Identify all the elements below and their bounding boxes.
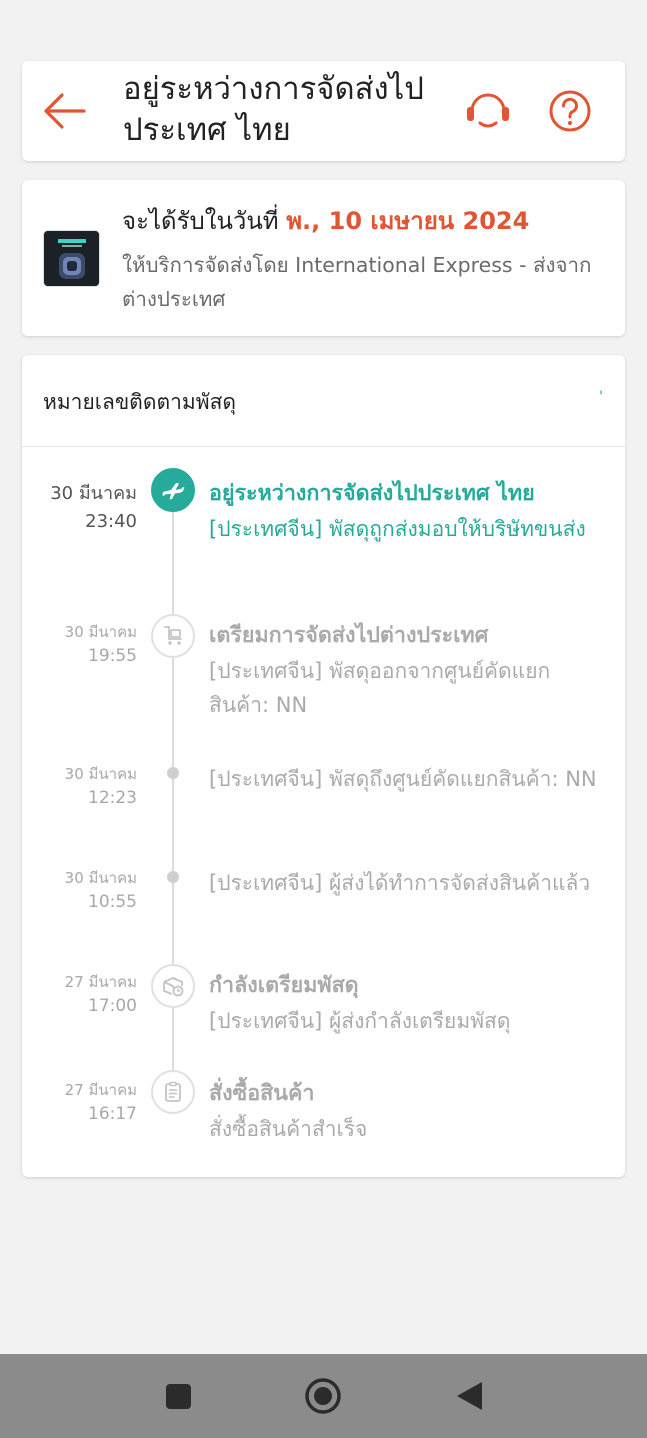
help-button[interactable] <box>546 89 594 135</box>
home-circle-icon <box>305 1378 341 1414</box>
delivery-estimate-card: จะได้รับในวันที่ พ., 10 เมษายน 2024 ให้บ… <box>22 180 625 336</box>
event-description: [ประเทศจีน] ผู้ส่งกำลังเตรียมพัสดุ <box>209 1009 511 1033</box>
eta-date: พ., 10 เมษายน 2024 <box>286 207 530 235</box>
event-datetime: 27 มีนาคม 17:00 <box>65 970 137 1018</box>
timeline-event: สั่งซื้อสินค้า สั่งซื้อสินค้าสำเร็จ <box>209 1076 609 1146</box>
timeline-event: อยู่ระหว่างการจัดส่งไปประเทศ ไทย [ประเทศ… <box>209 476 609 546</box>
event-title: อยู่ระหว่างการจัดส่งไปประเทศ ไทย <box>209 481 535 506</box>
header-bar: อยู่ระหว่างการจัดส่งไปประเทศ ไทย <box>22 61 625 161</box>
home-button[interactable] <box>303 1376 343 1416</box>
page-title: อยู่ระหว่างการจัดส่งไปประเทศ ไทย <box>123 71 424 148</box>
timeline-event: กำลังเตรียมพัสดุ [ประเทศจีน] ผู้ส่งกำลัง… <box>209 968 609 1038</box>
event-date: 30 มีนาคม <box>50 483 137 504</box>
timeline-event: เตรียมการจัดส่งไปต่างประเทศ [ประเทศจีน] … <box>209 618 609 722</box>
timeline-event: [ประเทศจีน] พัสดุถึงศูนย์คัดแยกสินค้า: N… <box>209 762 609 796</box>
event-description: [ประเทศจีน] พัสดุถึงศูนย์คัดแยกสินค้า: N… <box>209 767 597 791</box>
event-dot <box>167 871 179 883</box>
eta-prefix: จะได้รับในวันที่ <box>122 207 279 235</box>
tracking-number-label: หมายเลขติดตามพัสดุ <box>43 390 237 414</box>
event-description: [ประเทศจีน] ผู้ส่งได้ทำการจัดส่งสินค้าแล… <box>209 871 591 895</box>
cart-icon <box>164 626 182 645</box>
event-time: 10:55 <box>88 892 137 912</box>
recents-button[interactable] <box>158 1376 198 1416</box>
system-navigation-bar <box>0 1354 647 1438</box>
event-description: [ประเทศจีน] พัสดุถูกส่งมอบให้บริษัทขนส่ง <box>209 517 586 541</box>
carrier-info: ให้บริการจัดส่งโดย International Express… <box>122 253 592 311</box>
event-description: สั่งซื้อสินค้าสำเร็จ <box>209 1117 368 1141</box>
event-title: สั่งซื้อสินค้า <box>209 1081 315 1106</box>
clipboard-icon <box>165 1081 181 1102</box>
tracking-number-row[interactable]: หมายเลขติดตามพัสดุ ' <box>22 355 625 447</box>
tracking-card: หมายเลขติดตามพัสดุ ' 30 มีนาคม 23:40 อยู… <box>22 355 625 1177</box>
package-clock-icon <box>163 977 184 997</box>
event-dot <box>167 767 179 779</box>
event-date: 27 มีนาคม <box>64 1081 137 1099</box>
event-node <box>151 964 195 1008</box>
event-description: [ประเทศจีน] พัสดุออกจากศูนย์คัดแยกสินค้า… <box>209 659 551 717</box>
event-time: 12:23 <box>88 788 137 808</box>
event-datetime: 27 มีนาคม 16:17 <box>65 1078 137 1126</box>
event-datetime: 30 มีนาคม 12:23 <box>65 762 137 810</box>
product-thumbnail[interactable] <box>43 230 100 287</box>
support-button[interactable] <box>462 89 514 135</box>
tracking-number-value[interactable]: ' <box>599 389 603 405</box>
airplane-icon <box>162 483 185 500</box>
event-date: 30 มีนาคม <box>64 765 137 783</box>
event-date: 30 มีนาคม <box>64 623 137 641</box>
eta-line: จะได้รับในวันที่ พ., 10 เมษายน 2024 <box>122 204 612 238</box>
timeline-event: [ประเทศจีน] ผู้ส่งได้ทำการจัดส่งสินค้าแล… <box>209 866 609 900</box>
event-date: 30 มีนาคม <box>64 869 137 887</box>
square-icon <box>166 1384 191 1409</box>
event-time: 16:17 <box>88 1104 137 1124</box>
back-nav-button[interactable] <box>450 1376 490 1416</box>
event-datetime: 30 มีนาคม 19:55 <box>65 620 137 668</box>
event-title: เตรียมการจัดส่งไปต่างประเทศ <box>209 623 489 648</box>
event-title: กำลังเตรียมพัสดุ <box>209 973 359 998</box>
event-time: 23:40 <box>85 511 137 532</box>
event-datetime: 30 มีนาคม 23:40 <box>50 480 137 536</box>
back-button[interactable] <box>40 89 88 133</box>
headset-icon <box>467 93 509 128</box>
event-datetime: 30 มีนาคม 10:55 <box>65 866 137 914</box>
event-time: 17:00 <box>88 996 137 1016</box>
question-circle-icon <box>549 90 591 132</box>
event-time: 19:55 <box>88 646 137 666</box>
triangle-back-icon <box>457 1382 482 1410</box>
arrow-left-icon <box>44 93 86 129</box>
event-node <box>151 614 195 658</box>
event-node-active <box>151 468 195 512</box>
event-node <box>151 1070 195 1114</box>
event-date: 27 มีนาคม <box>64 973 137 991</box>
